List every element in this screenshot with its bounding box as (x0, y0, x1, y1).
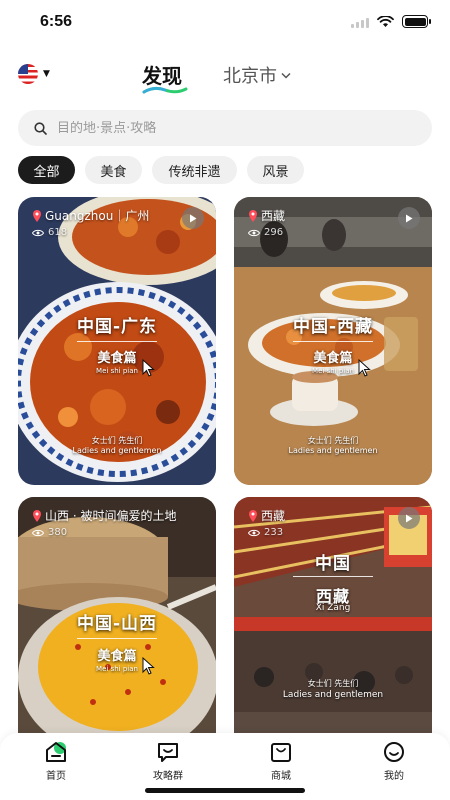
card-overlay-footer-en: Ladies and gentlemen (282, 690, 384, 700)
eye-icon (248, 229, 260, 236)
cursor-icon (358, 359, 371, 377)
card-overlay-footer-en: Ladies and gentlemen (288, 446, 378, 455)
card-views: 618 (32, 227, 176, 238)
signal-icon (351, 16, 369, 28)
search-input[interactable] (57, 120, 377, 136)
search-bar[interactable] (18, 110, 432, 146)
status-icons (351, 15, 431, 28)
eye-icon (32, 229, 44, 236)
card-overlay-footer-cn: 女士们 先生们 (307, 436, 359, 445)
card-overlay-title: 中国-西藏 (292, 317, 374, 337)
overlay-divider (77, 341, 157, 342)
status-bar: 6:56 (0, 0, 450, 44)
play-button[interactable] (398, 507, 420, 529)
card-overlay-subtitle: 美食篇 (313, 351, 353, 366)
tab-home[interactable]: 首页 (26, 741, 86, 782)
card-views-count: 618 (48, 227, 68, 238)
card-meta: 山西 · 被时间偏爱的土地 380 (32, 507, 206, 538)
content-card-tibet[interactable]: 西藏 296 中国-西藏 美食篇 Mei shi pian 女士们 先生们 La… (234, 197, 432, 485)
play-icon (406, 214, 413, 222)
us-flag-icon (18, 64, 38, 84)
cursor-icon (142, 657, 155, 675)
card-views: 233 (248, 527, 392, 538)
card-views: 380 (32, 527, 206, 538)
wifi-icon (377, 15, 394, 27)
tab-discover-underline (142, 86, 188, 94)
card-overlay-footer-cn: 女士们 先生们 (307, 679, 359, 688)
card-location-text: 西藏 (261, 509, 286, 523)
pin-icon (33, 209, 41, 222)
language-selector[interactable]: ▼ (18, 64, 50, 84)
overlay-divider (293, 576, 373, 577)
chip-all[interactable]: 全部 (18, 156, 75, 184)
card-views-count: 296 (264, 227, 284, 238)
eye-icon (32, 529, 44, 536)
tab-city-selector[interactable]: 北京市 (223, 62, 291, 88)
card-overlay-title: 中国-山西 (76, 614, 158, 634)
chevron-down-icon (281, 72, 291, 79)
play-icon (190, 214, 197, 222)
search-icon (34, 121, 47, 135)
card-overlay-subtitle: 美食篇 (97, 351, 137, 366)
chip-scenery[interactable]: 风景 (247, 156, 304, 184)
card-meta: 西藏 233 (248, 507, 392, 538)
overlay-divider (293, 341, 373, 342)
content-card-guangzhou[interactable]: Guangzhou｜广州 618 中国-广东 美食篇 Mei shi pian … (18, 197, 216, 485)
tab-home-label: 首页 (46, 771, 66, 782)
home-icon (46, 742, 66, 762)
pin-icon (33, 509, 41, 522)
card-meta: Guangzhou｜广州 618 (32, 207, 176, 238)
overlay-divider (77, 638, 157, 639)
chip-food[interactable]: 美食 (85, 156, 142, 184)
card-location-text: 西藏 (261, 209, 286, 223)
card-location: 西藏 (248, 507, 392, 524)
tab-mall[interactable]: 商城 (251, 741, 311, 782)
smile-icon (384, 742, 404, 762)
tab-mall-label: 商城 (271, 771, 291, 782)
tab-guides[interactable]: 攻略群 (138, 741, 198, 782)
card-overlay-pinyin: Mei shi pian (96, 665, 138, 673)
tab-me-label: 我的 (384, 771, 404, 782)
chip-heritage[interactable]: 传统非遗 (152, 156, 237, 184)
pin-icon (249, 509, 257, 522)
shop-icon (271, 743, 291, 762)
card-overlay-footer-cn: 女士们 先生们 (91, 436, 143, 445)
card-overlay-pinyin: Mei shi pian (312, 367, 354, 375)
tab-city-label: 北京市 (223, 66, 277, 87)
play-button[interactable] (182, 207, 204, 229)
header: ▼ 发现 北京市 (0, 56, 450, 96)
card-location-text: Guangzhou｜广州 (45, 209, 150, 223)
tab-guides-label: 攻略群 (153, 771, 183, 782)
content-card-shanxi[interactable]: 山西 · 被时间偏爱的土地 380 中国-山西 美食篇 Mei shi pian (18, 497, 216, 737)
card-views-count: 233 (264, 527, 284, 538)
cursor-icon (142, 359, 155, 377)
card-views: 296 (248, 227, 392, 238)
card-location: 山西 · 被时间偏爱的土地 (32, 507, 206, 524)
card-overlay-subtitle: 美食篇 (97, 649, 137, 664)
eye-icon (248, 529, 260, 536)
play-button[interactable] (398, 207, 420, 229)
card-overlay-footer-en: Ladies and gentlemen (72, 446, 162, 455)
pin-icon (249, 209, 257, 222)
card-location-text: 山西 · 被时间偏爱的土地 (45, 509, 177, 523)
content-feed: Guangzhou｜广州 618 中国-广东 美食篇 Mei shi pian … (18, 197, 432, 737)
tab-me[interactable]: 我的 (364, 741, 424, 782)
caret-down-icon: ▼ (43, 69, 50, 79)
home-indicator (145, 788, 305, 793)
battery-icon (402, 15, 431, 28)
card-overlay-title: 中国 (315, 554, 351, 574)
tab-discover[interactable]: 发现 (142, 60, 182, 89)
category-chips: 全部 美食 传统非遗 风景 (18, 156, 304, 184)
status-time: 6:56 (40, 13, 73, 30)
content-card-tibet-2[interactable]: 西藏 233 中国 西藏 Xi Zang 女士们 先生们 Ladies and … (234, 497, 432, 737)
play-icon (406, 514, 413, 522)
card-overlay-title: 中国-广东 (76, 317, 158, 337)
card-overlay-pinyin: Xi Zang (315, 603, 351, 613)
card-location: 西藏 (248, 207, 392, 224)
chat-icon (158, 743, 178, 762)
card-location: Guangzhou｜广州 (32, 207, 176, 224)
card-overlay-pinyin: Mei shi pian (96, 367, 138, 375)
card-meta: 西藏 296 (248, 207, 392, 238)
card-views-count: 380 (48, 527, 68, 538)
